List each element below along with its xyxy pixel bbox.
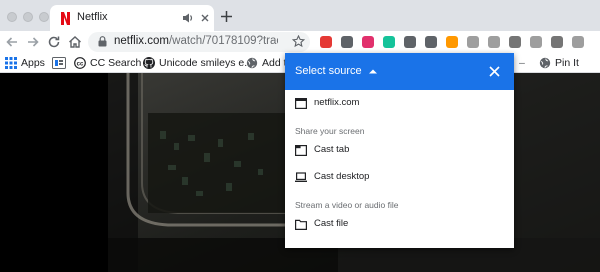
url-host: netflix.com — [114, 35, 169, 47]
url-text: netflix.com/watch/70178109?trackI... — [114, 35, 278, 47]
bookmark-label: CC Search — [90, 57, 142, 69]
bookmark-pin-it[interactable]: Pin It — [539, 56, 579, 70]
cast-dialog: Select source netflix.com Share your scr… — [285, 53, 514, 248]
gear-ext-icon[interactable] — [551, 36, 563, 48]
tab-title: Netflix — [77, 11, 108, 23]
eye-ext-icon[interactable] — [404, 36, 416, 48]
source-current-site[interactable]: netflix.com — [285, 93, 514, 115]
back-arrow-icon[interactable] — [4, 34, 20, 50]
new-tab-icon[interactable] — [220, 10, 233, 23]
cast-file-option[interactable]: Cast file — [285, 214, 514, 236]
cast-desktop-label: Cast desktop — [314, 171, 370, 182]
close-window-button[interactable] — [7, 12, 17, 22]
cast-dialog-title[interactable]: Select source — [295, 65, 362, 77]
cast-desktop-option[interactable]: Cast desktop — [285, 167, 514, 189]
grid-ext-icon[interactable] — [530, 36, 542, 48]
puzzle-ext-icon[interactable] — [572, 36, 584, 48]
url-path: /watch/70178109?trackI... — [168, 35, 278, 47]
browser-tab-icon — [295, 98, 307, 109]
k-ext-icon[interactable] — [488, 36, 500, 48]
bookmark-label: Unicode smileys e... — [159, 57, 253, 69]
globe-icon — [539, 57, 551, 69]
stream-file-heading: Stream a video or audio file — [295, 200, 399, 210]
netflix-favicon-icon — [61, 12, 70, 25]
instagram-ext-icon[interactable] — [362, 36, 374, 48]
refresh-ext-icon[interactable] — [425, 36, 437, 48]
lock-icon[interactable] — [98, 36, 107, 47]
p-ext-icon[interactable] — [509, 36, 521, 48]
bookmark-apps[interactable]: Apps — [5, 56, 45, 70]
folder-bookmark-icon — [52, 57, 66, 69]
minimize-window-button[interactable] — [23, 12, 33, 22]
source-current-site-label: netflix.com — [314, 97, 360, 108]
bookmark-label: Apps — [21, 57, 45, 69]
apps-grid-icon — [5, 57, 17, 69]
bookmark-cc-search[interactable]: cc CC Search — [74, 56, 141, 70]
bookmark-label: Pin It — [555, 57, 579, 69]
folder-icon — [295, 219, 307, 230]
close-tab-icon[interactable] — [199, 12, 211, 24]
maximize-window-button[interactable] — [39, 12, 49, 22]
ublock-icon[interactable] — [320, 36, 332, 48]
sync-ext-icon[interactable] — [467, 36, 479, 48]
tab-strip: Netflix — [0, 0, 600, 31]
bookmarks-overflow-icon[interactable]: – — [519, 56, 525, 70]
cast-file-label: Cast file — [314, 218, 349, 229]
browser-toolbar: netflix.com/watch/70178109?trackI... — [0, 31, 600, 53]
share-screen-heading: Share your screen — [295, 126, 365, 136]
cc-icon: cc — [74, 57, 86, 69]
home-icon[interactable] — [67, 34, 83, 50]
bookmark-star-icon[interactable] — [292, 35, 305, 48]
laptop-icon — [295, 172, 307, 182]
address-bar[interactable]: netflix.com/watch/70178109?trackI... — [88, 32, 310, 52]
cast-tab-icon — [295, 145, 307, 156]
speaker-icon[interactable] — [182, 12, 194, 24]
cast-dialog-header[interactable]: Select source — [285, 53, 514, 90]
github-icon — [143, 57, 155, 69]
bookmark-folder[interactable] — [52, 56, 70, 70]
caret-up-icon[interactable] — [369, 68, 377, 74]
forward-arrow-icon[interactable] — [25, 34, 41, 50]
globe-icon — [246, 57, 258, 69]
circle-ext-icon[interactable] — [341, 36, 353, 48]
svg-text:cc: cc — [77, 61, 84, 67]
grammarly-icon[interactable] — [383, 36, 395, 48]
cast-tab-option[interactable]: Cast tab — [285, 140, 514, 162]
cast-tab-label: Cast tab — [314, 144, 350, 155]
tab-netflix[interactable]: Netflix — [50, 5, 214, 31]
close-icon[interactable] — [489, 66, 500, 77]
player-letterbox — [0, 73, 108, 272]
bookmark-unicode-smileys[interactable]: Unicode smileys e... — [143, 56, 253, 70]
play-ext-icon[interactable] — [446, 36, 458, 48]
reload-icon[interactable] — [46, 34, 62, 50]
